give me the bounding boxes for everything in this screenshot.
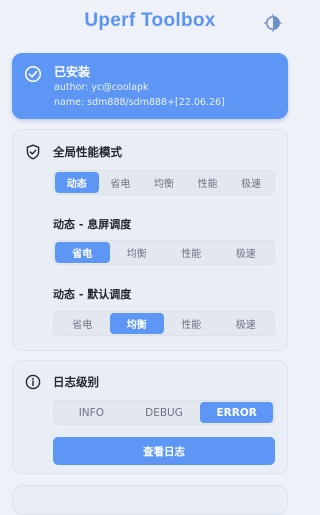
screen-off-selector: 省电 均衡 性能 极速 bbox=[53, 240, 275, 265]
global-mode-option-powersave[interactable]: 省电 bbox=[99, 172, 143, 193]
installed-title: 已安装 bbox=[54, 65, 91, 79]
log-level-selector: INFO DEBUG ERROR bbox=[53, 400, 275, 425]
installed-status-card: 已安装 author: yc@coolapk name: sdm888/sdm8… bbox=[12, 53, 288, 119]
default-sched-option-balance[interactable]: 均衡 bbox=[109, 313, 164, 334]
default-sched-option-powersave[interactable]: 省电 bbox=[55, 313, 110, 334]
app-title: Uperf Toolbox bbox=[84, 10, 216, 31]
screen-off-option-balance[interactable]: 均衡 bbox=[110, 242, 165, 263]
log-level-option-debug[interactable]: DEBUG bbox=[128, 402, 201, 423]
view-log-button[interactable]: 查看日志 bbox=[53, 437, 275, 465]
shield-icon bbox=[26, 144, 40, 160]
screen-off-option-performance[interactable]: 性能 bbox=[164, 242, 219, 263]
next-card bbox=[12, 485, 288, 515]
screen-off-option-powersave[interactable]: 省电 bbox=[55, 242, 110, 263]
log-level-option-error[interactable]: ERROR bbox=[200, 402, 274, 423]
global-mode-option-dynamic[interactable]: 动态 bbox=[55, 172, 99, 193]
global-mode-option-performance[interactable]: 性能 bbox=[186, 172, 230, 193]
log-level-title: 日志级别 bbox=[53, 375, 99, 389]
default-sched-option-performance[interactable]: 性能 bbox=[164, 313, 219, 334]
log-level-card: 日志级别 INFO DEBUG ERROR 查看日志 bbox=[12, 360, 288, 474]
global-mode-selector: 动态 省电 均衡 性能 极速 bbox=[53, 170, 275, 195]
theme-toggle-icon[interactable] bbox=[264, 14, 282, 32]
global-mode-option-balance[interactable]: 均衡 bbox=[142, 172, 186, 193]
module-name-text: name: sdm888/sdm888+[22.06.26] bbox=[54, 97, 225, 108]
performance-mode-card: 全局性能模式 动态 省电 均衡 性能 极速 动态 - 息屏调度 省电 均衡 性能… bbox=[12, 129, 288, 351]
global-mode-option-fast[interactable]: 极速 bbox=[229, 172, 273, 193]
screen-off-option-fast[interactable]: 极速 bbox=[219, 242, 274, 263]
log-level-option-info[interactable]: INFO bbox=[55, 402, 128, 423]
info-icon bbox=[25, 374, 41, 390]
author-text: author: yc@coolapk bbox=[54, 82, 149, 93]
default-sched-title: 动态 - 默认调度 bbox=[53, 288, 132, 301]
check-circle-icon bbox=[24, 65, 42, 83]
default-sched-selector: 省电 均衡 性能 极速 bbox=[53, 311, 275, 336]
app-header: Uperf Toolbox bbox=[0, 0, 300, 46]
default-sched-option-fast[interactable]: 极速 bbox=[219, 313, 274, 334]
global-mode-title: 全局性能模式 bbox=[53, 145, 122, 159]
screen-off-title: 动态 - 息屏调度 bbox=[53, 218, 132, 231]
